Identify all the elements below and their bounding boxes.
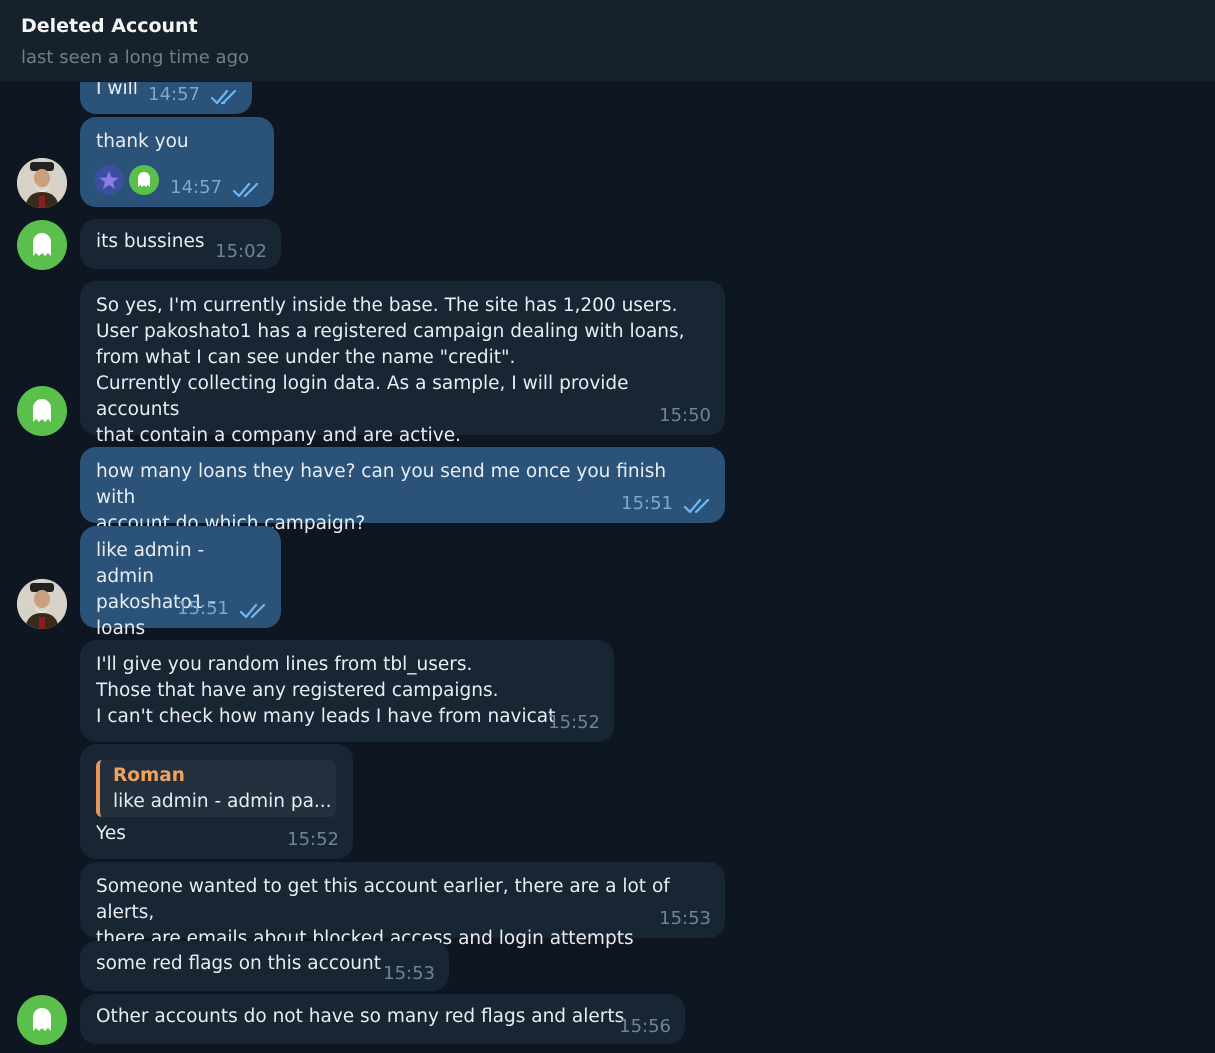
message-text: thank you <box>96 131 189 152</box>
reply-quote[interactable]: Roman like admin - admin pa... <box>96 760 336 817</box>
message-text: I will <box>96 82 138 99</box>
contact-avatar[interactable] <box>17 386 67 436</box>
double-check-icon <box>210 89 237 105</box>
ghost-icon <box>33 399 51 422</box>
reply-text: like admin - admin pa... <box>113 791 332 812</box>
chat-header[interactable]: Deleted Account last seen a long time ag… <box>0 0 1215 82</box>
message-time: 15:53 <box>383 963 435 984</box>
contact-avatar[interactable] <box>17 995 67 1045</box>
message-bubble[interactable]: thank you 14:57 <box>80 117 274 207</box>
message-bubble[interactable]: like admin - admin pakoshato1 - loans et… <box>80 526 281 665</box>
message-time: 15:50 <box>659 405 711 426</box>
user-avatar[interactable] <box>17 579 67 629</box>
reply-author: Roman <box>113 765 185 786</box>
message-bubble[interactable]: some red flags on this account 15:53 <box>80 941 449 991</box>
message-bubble[interactable]: its bussines 15:02 <box>80 219 281 269</box>
user-avatar[interactable] <box>17 158 67 208</box>
message-bubble[interactable]: Someone wanted to get this account earli… <box>80 862 725 949</box>
message-bubble[interactable]: So yes, I'm currently inside the base. T… <box>80 281 725 446</box>
message-time: 15:02 <box>215 241 267 262</box>
message-time: 15:56 <box>619 1016 671 1037</box>
message-time: 15:52 <box>548 712 600 733</box>
chat-status: last seen a long time ago <box>21 47 250 68</box>
double-check-icon <box>683 498 710 514</box>
message-time: 15:53 <box>659 908 711 929</box>
message-bubble[interactable]: I will 14:57 <box>80 82 252 114</box>
star-reaction[interactable] <box>94 165 124 195</box>
message-bubble[interactable]: how many loans they have? can you send m… <box>80 447 725 534</box>
message-bubble[interactable]: I'll give you random lines from tbl_user… <box>80 640 614 742</box>
message-time: 15:51 <box>177 598 229 619</box>
message-bubble[interactable]: Other accounts do not have so many red f… <box>80 994 685 1044</box>
ghost-icon <box>33 233 51 256</box>
message-time: 15:51 <box>621 493 673 514</box>
contact-avatar[interactable] <box>17 220 67 270</box>
portrait-avatar-icon <box>17 158 67 208</box>
double-check-icon <box>239 603 266 619</box>
message-time: 14:57 <box>148 84 200 105</box>
message-text: So yes, I'm currently inside the base. T… <box>96 295 685 446</box>
message-list[interactable]: I will 14:57 thank you 14:57 its bussine… <box>0 82 1215 1053</box>
ghost-icon <box>33 1008 51 1031</box>
star-icon <box>99 171 119 189</box>
message-time: 14:57 <box>170 177 222 198</box>
portrait-avatar-icon <box>17 579 67 629</box>
message-time: 15:52 <box>287 829 339 850</box>
chat-title[interactable]: Deleted Account <box>21 15 198 37</box>
ghost-reaction[interactable] <box>127 163 161 197</box>
double-check-icon <box>232 182 259 198</box>
message-text: I'll give you random lines from tbl_user… <box>96 654 556 727</box>
message-bubble[interactable]: Roman like admin - admin pa... Yes 15:52 <box>80 744 353 859</box>
message-text: Other accounts do not have so many red f… <box>96 1006 625 1027</box>
ghost-icon <box>138 172 150 187</box>
message-text: Yes <box>96 823 126 844</box>
